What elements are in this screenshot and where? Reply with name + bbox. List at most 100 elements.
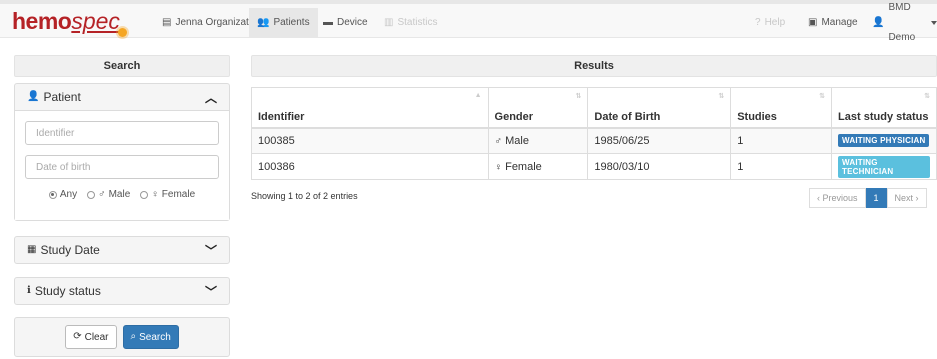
gender-radio-group: Any ♂ Male ♀ Female: [25, 189, 219, 210]
calendar-icon: ▦: [27, 244, 37, 255]
user-menu[interactable]: 👤 BMD Demo: [872, 2, 937, 43]
column-header-label: Identifier: [258, 110, 305, 123]
cell-date-of-birth: 1980/03/10: [587, 153, 732, 180]
cell-last-study-status: WAITING TECHNICIAN: [831, 153, 937, 180]
clear-button-label: Clear: [84, 331, 109, 343]
nav-device[interactable]: ▬ Device: [323, 8, 368, 38]
nav-statistics-label: Statistics: [397, 17, 438, 28]
column-header-gender[interactable]: ⇅ Gender: [487, 87, 589, 129]
hemospec-logo[interactable]: hemo spec: [12, 8, 129, 37]
radio-selected-icon: [48, 190, 57, 199]
table-header-row: ▲ Identifier ⇅ Gender ⇅ Date of Birth ⇅ Stud…: [251, 87, 937, 129]
patient-panel-body: Any ♂ Male ♀ Female: [15, 110, 229, 220]
gender-female-label: Female: [161, 189, 196, 200]
chevron-down-icon: ﹀: [204, 243, 217, 258]
search-heading: Search: [14, 55, 230, 77]
table-row[interactable]: 100385 ♂ Male 1985/06/25 1 WAITING PHYSI…: [251, 127, 937, 154]
column-header-studies[interactable]: ⇅ Studies: [730, 87, 833, 129]
logo-sun-icon: [117, 28, 127, 37]
cell-gender: ♂ Male: [487, 127, 589, 154]
nav-help-label: Help: [764, 17, 786, 28]
caret-down-icon: [931, 21, 937, 25]
table-row[interactable]: 100386 ♀ Female 1980/03/10 1 WAITING TEC…: [251, 153, 937, 180]
patient-panel-title: Patient: [43, 90, 81, 104]
refresh-icon: ⟳: [73, 331, 82, 342]
pagination-next[interactable]: Next ›: [886, 188, 927, 208]
pagination: ‹ Previous 1 Next ›: [809, 188, 927, 208]
id-card-icon: ▣: [808, 17, 818, 28]
search-actions: ⟳ Clear ⌕ Search: [14, 317, 230, 357]
table-info-text: Showing 1 to 2 of 2 entries: [251, 191, 358, 201]
identifier-input[interactable]: [25, 121, 219, 145]
search-button[interactable]: ⌕ Search: [122, 325, 179, 349]
patient-filter-panel: 👤 Patient ︿ Any ♂ Male ♀ Female: [14, 83, 230, 221]
male-icon: ♂: [98, 188, 106, 200]
column-header-last-study-status[interactable]: ⇅ Last study status: [831, 87, 937, 129]
column-header-date-of-birth[interactable]: ⇅ Date of Birth: [587, 87, 732, 129]
gender-radio-male[interactable]: ♂ Male: [87, 189, 130, 200]
study-date-filter-panel: ▦ Study Date ﹀: [14, 236, 230, 264]
gender-male-label: Male: [108, 189, 131, 200]
study-date-panel-title: Study Date: [40, 243, 100, 257]
patient-panel-header[interactable]: 👤 Patient ︿: [15, 84, 229, 110]
search-button-label: Search: [139, 331, 171, 343]
pagination-previous[interactable]: ‹ Previous: [809, 188, 866, 208]
logo-text-hemo: hemo: [12, 8, 72, 34]
sort-icon: ⇅: [718, 93, 725, 100]
device-icon: ▬: [323, 17, 333, 28]
search-icon: ⌕: [130, 331, 137, 342]
pagination-next-label: Next: [894, 193, 914, 203]
radio-icon: [87, 190, 96, 199]
gender-radio-any[interactable]: Any: [48, 189, 77, 200]
clear-button[interactable]: ⟳ Clear: [65, 325, 117, 349]
cell-studies: 1: [730, 127, 833, 154]
gender-label: Female: [505, 160, 542, 173]
radio-icon: [140, 190, 149, 199]
column-header-label: Studies: [737, 110, 777, 123]
question-circle-icon: ?: [755, 17, 761, 28]
logo-text-spec: spec: [71, 8, 120, 34]
study-status-panel-header[interactable]: ℹ Study status ﹀: [15, 278, 229, 304]
nav-statistics[interactable]: ▥ Statistics: [384, 8, 437, 38]
nav-device-label: Device: [337, 17, 368, 28]
column-header-label: Date of Birth: [594, 110, 661, 123]
study-status-panel-title: Study status: [34, 284, 101, 298]
cell-identifier: 100386: [251, 153, 489, 180]
cell-studies: 1: [730, 153, 833, 180]
pagination-previous-label: Previous: [822, 193, 858, 203]
pagination-page-current[interactable]: 1: [865, 188, 887, 208]
status-badge: WAITING TECHNICIAN: [838, 155, 930, 178]
nav-patients[interactable]: 👥 Patients: [249, 8, 318, 38]
gender-label: Male: [505, 134, 529, 147]
column-header-label: Gender: [494, 110, 534, 123]
status-badge: WAITING PHYSICIAN: [838, 134, 930, 148]
user-name: BMD Demo: [888, 2, 916, 43]
top-navbar: hemo spec ▤ Jenna Organization 👥 Patient…: [0, 0, 937, 43]
column-header-identifier[interactable]: ▲ Identifier: [251, 87, 489, 129]
female-icon: ♀: [494, 161, 503, 173]
nav-manage-label: Manage: [821, 17, 858, 28]
sort-icon: ⇅: [819, 93, 826, 100]
study-date-panel-header[interactable]: ▦ Study Date ﹀: [15, 237, 229, 263]
sort-icon: ⇅: [575, 93, 582, 100]
nav-manage[interactable]: ▣ Manage: [808, 8, 858, 38]
sort-icon: ⇅: [924, 93, 930, 100]
user-icon: 👤: [872, 17, 885, 28]
nav-patients-label: Patients: [273, 17, 310, 28]
chevron-down-icon: ﹀: [204, 284, 217, 299]
date-of-birth-input[interactable]: [25, 155, 219, 179]
info-circle-icon: ℹ: [27, 285, 31, 296]
nav-help[interactable]: ? Help: [755, 8, 785, 38]
cell-identifier: 100385: [251, 127, 489, 154]
cell-gender: ♀ Female: [487, 153, 589, 180]
users-icon: 👥: [257, 17, 270, 28]
sort-icon: ▲: [474, 92, 482, 99]
study-status-filter-panel: ℹ Study status ﹀: [14, 277, 230, 305]
chevron-up-icon: ︿: [204, 90, 217, 105]
results-heading: Results: [251, 55, 937, 77]
cell-last-study-status: WAITING PHYSICIAN: [831, 127, 937, 154]
gender-radio-female[interactable]: ♀ Female: [140, 189, 195, 200]
female-icon: ♀: [151, 188, 159, 200]
male-icon: ♂: [494, 135, 503, 147]
user-icon: 👤: [27, 91, 40, 102]
